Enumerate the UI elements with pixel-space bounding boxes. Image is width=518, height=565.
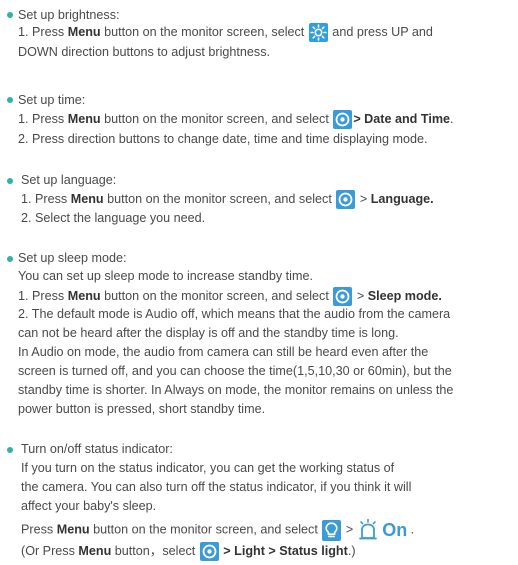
bullet-icon	[7, 97, 13, 103]
time-step-1: 1. Press Menu button on the monitor scre…	[18, 110, 454, 129]
settings-ring-icon	[199, 542, 219, 561]
language-title: Set up language:	[21, 173, 117, 187]
bullet-icon	[7, 256, 13, 262]
sleep-paragraph-line: can not be heard after the display is of…	[18, 326, 399, 340]
time-title: Set up time:	[18, 93, 86, 107]
sleep-paragraph-line: 2. The default mode is Audio off, which …	[18, 307, 451, 321]
sleep-paragraph-line: standby time is shorter. In Always on mo…	[18, 383, 454, 397]
status-desc-line: affect your baby's sleep.	[21, 499, 157, 513]
bullet-icon	[7, 12, 13, 18]
sleep-title: Set up sleep mode:	[18, 251, 127, 265]
on-label: On	[382, 520, 408, 540]
time-step-2: 2. Press direction buttons to change dat…	[18, 132, 428, 146]
status-title: Turn on/off status indicator:	[21, 442, 173, 456]
language-step-2: 2. Select the language you need.	[21, 211, 206, 225]
status-step-2: (Or Press Menu button，select > Light > S…	[21, 542, 356, 561]
sleep-intro: You can set up sleep mode to increase st…	[18, 269, 313, 283]
sleep-paragraph-line: In Audio on mode, the audio from camera …	[18, 345, 429, 359]
settings-ring-icon	[333, 287, 353, 306]
brightness-step-1: 1. Press Menu button on the monitor scre…	[18, 23, 433, 42]
bullet-icon	[7, 447, 13, 453]
sleep-paragraph-line: power button is pressed, short standby t…	[18, 402, 266, 416]
brightness-step-1-cont: DOWN direction buttons to adjust brightn…	[18, 45, 270, 59]
settings-ring-icon	[336, 190, 356, 209]
language-step-1: 1. Press Menu button on the monitor scre…	[21, 190, 434, 209]
bullet-icon	[7, 178, 13, 184]
bulb-icon	[322, 519, 342, 541]
status-step-1: Press Menu button on the monitor screen,…	[21, 519, 415, 541]
sleep-step-1: 1. Press Menu button on the monitor scre…	[18, 287, 442, 306]
light-on-icon	[358, 519, 378, 541]
settings-ring-icon	[333, 110, 353, 129]
sun-icon	[308, 23, 328, 42]
status-desc-line: If you turn on the status indicator, you…	[21, 461, 395, 475]
sleep-paragraph-line: screen is turned off, and you can choose…	[18, 364, 452, 378]
status-desc-line: the camera. You can also turn off the st…	[21, 480, 412, 494]
brightness-title: Set up brightness:	[18, 8, 120, 22]
